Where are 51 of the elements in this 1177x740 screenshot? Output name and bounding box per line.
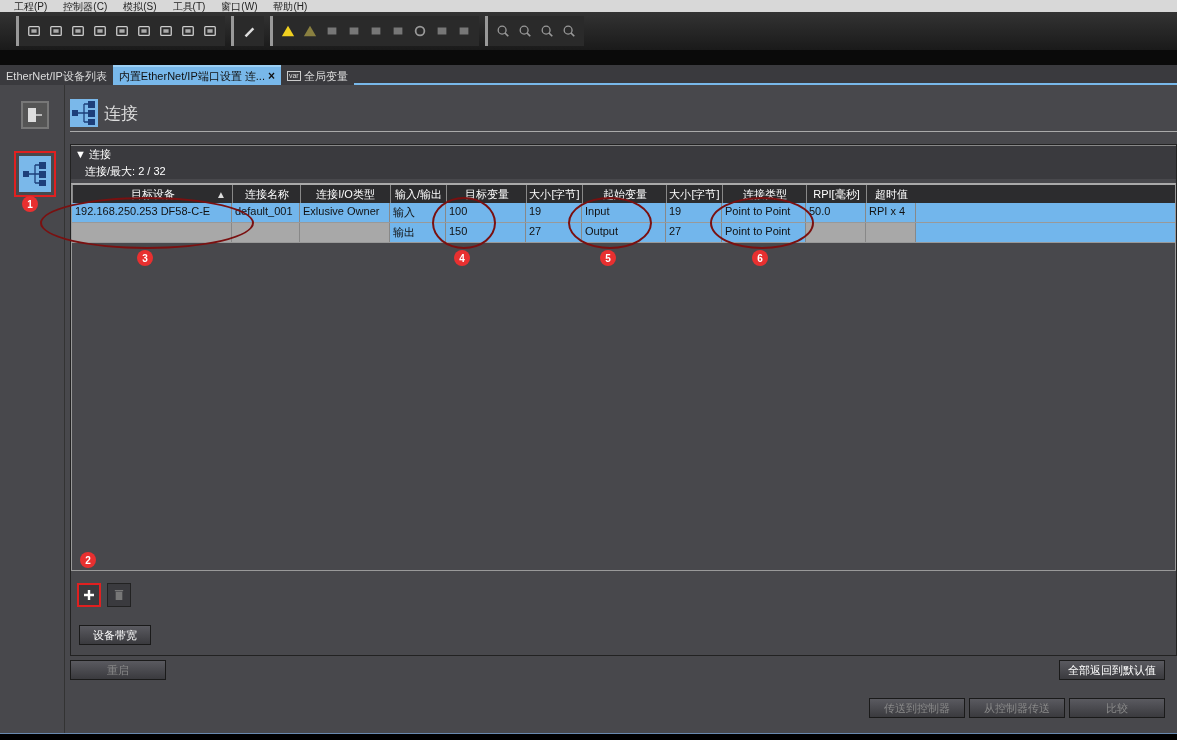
menu-item[interactable]: 控制器(C) [63, 2, 108, 12]
delete-button[interactable] [107, 583, 131, 607]
section-header[interactable]: ▼ 连接 [71, 145, 1176, 163]
connection-tree-icon [70, 98, 98, 128]
column-header[interactable]: 输入/输出 [394, 186, 443, 202]
table-cell: Point to Point [722, 203, 806, 222]
table-cell: Exlusive Owner [300, 203, 390, 222]
column-header[interactable]: 连接I/O类型 [316, 186, 375, 202]
reset-defaults-button[interactable]: 全部返回到默认值 [1059, 660, 1165, 680]
column-header[interactable]: 大小[字节] [529, 186, 580, 202]
page-title: 连接 [104, 102, 138, 125]
table-cell: 50.0 [806, 203, 866, 222]
table-cell: 输入 [390, 203, 446, 222]
sort-icon[interactable]: ▲ [216, 188, 226, 200]
table-cell: 27 [526, 223, 582, 242]
add-button[interactable] [77, 583, 101, 607]
table-cell [866, 223, 916, 242]
warning-icon[interactable] [281, 24, 295, 38]
editor-tab[interactable]: EtherNet/IP设备列表 [0, 65, 113, 85]
connection-tree-icon[interactable] [14, 151, 56, 197]
editor-tab[interactable]: 内置EtherNet/IP端口设置 连... × [112, 65, 281, 85]
table-cell: Input [582, 203, 666, 222]
trash-icon [114, 589, 124, 601]
table-cell: 150 [446, 223, 526, 242]
plus-icon [83, 589, 95, 601]
circle-icon[interactable] [413, 24, 427, 38]
table-cell: 27 [666, 223, 722, 242]
column-header[interactable]: 大小[字节] [669, 186, 720, 202]
table-cell: 19 [666, 203, 722, 222]
column-header[interactable]: 超时值 [875, 186, 908, 202]
menu-item[interactable]: 模拟(S) [123, 2, 157, 12]
table-cell [232, 223, 300, 242]
table-cell: RPI x 4 [866, 203, 916, 222]
table-cell: 输出 [390, 223, 446, 242]
bandwidth-button[interactable]: 设备带宽 [79, 625, 151, 645]
table-cell: 19 [526, 203, 582, 222]
table-cell: Output [582, 223, 666, 242]
table-cell [806, 223, 866, 242]
menu-item[interactable]: 工具(T) [172, 2, 206, 12]
menu-item[interactable]: 工程(P) [14, 2, 48, 12]
column-header[interactable]: 目标变量 [464, 186, 509, 202]
device-icon[interactable] [21, 101, 49, 129]
connection-count: 连接/最大: 2 / 32 [71, 163, 1176, 179]
column-header[interactable]: RPI[毫秒] [813, 186, 860, 202]
table-row[interactable]: 输出 150 27 Output 27 Point to Point [72, 223, 1175, 243]
close-icon[interactable]: × [267, 69, 275, 83]
table-cell: 192.168.250.253 DF58-C-E [72, 203, 232, 222]
column-header[interactable]: 连接名称 [244, 186, 289, 202]
table-cell: 100 [446, 203, 526, 222]
menu-item[interactable]: 窗口(W) [221, 2, 258, 12]
menu-item[interactable]: 帮助(H) [273, 2, 308, 12]
